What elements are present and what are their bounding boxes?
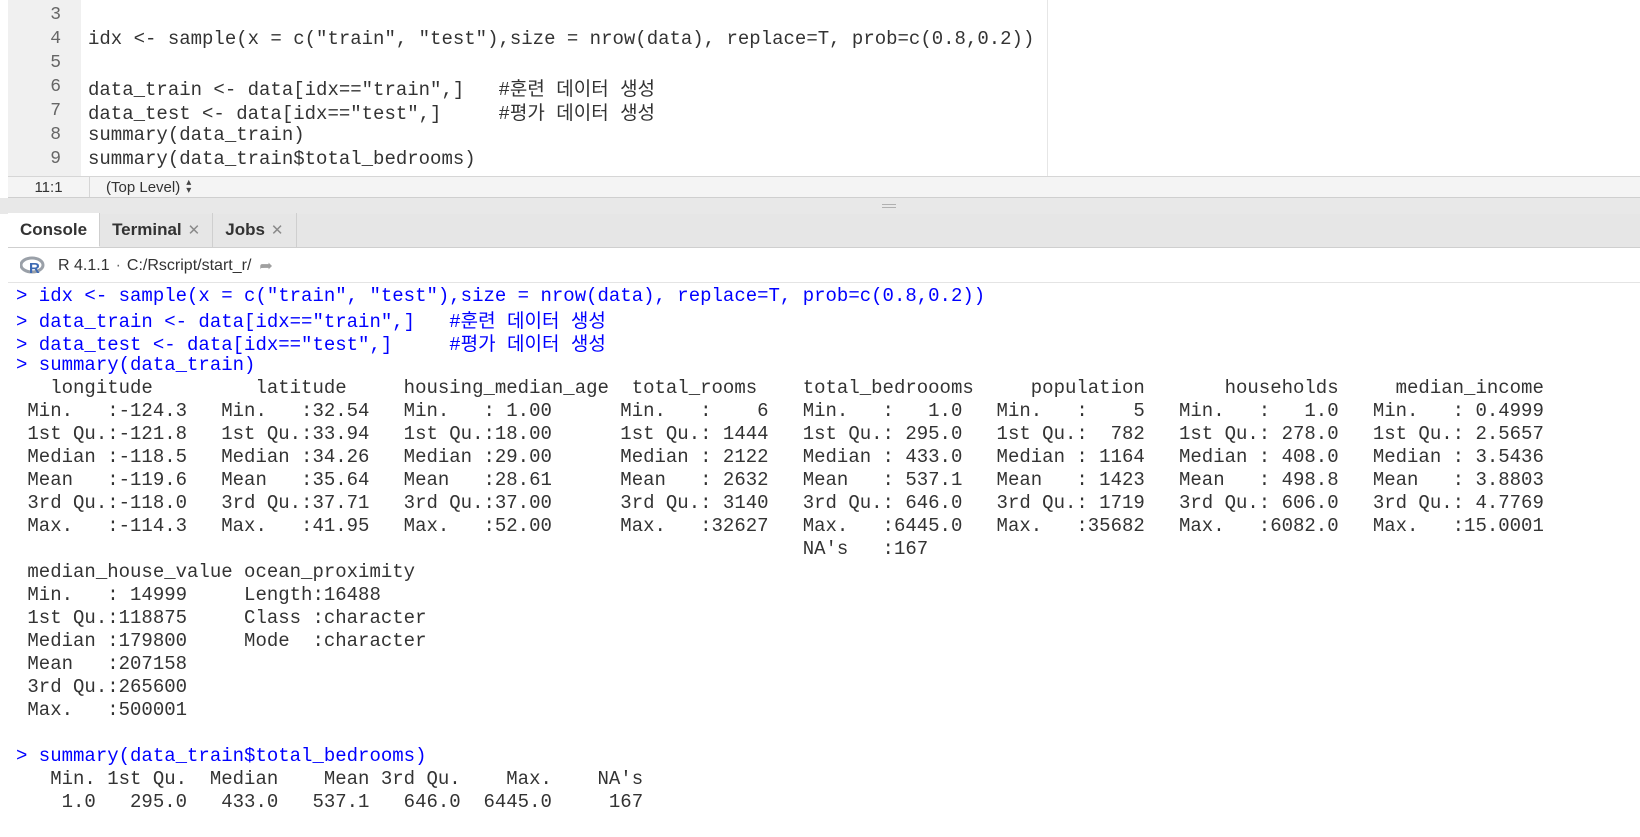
line-number: 5	[50, 53, 61, 73]
editor-line[interactable]: 6 data_train <- data[idx=="train",] #훈련 …	[0, 74, 1640, 101]
line-number: 9	[50, 149, 61, 169]
r-version: R 4.1.1	[58, 256, 110, 274]
working-directory[interactable]: C:/Rscript/start_r/	[127, 257, 251, 275]
console-input-line: > data_test <- data[idx=="test",] #평가 데이…	[16, 333, 606, 356]
console-input-line: > idx <- sample(x = c("train", "test"),s…	[16, 285, 986, 307]
tab-console[interactable]: Console	[8, 213, 101, 247]
line-number: 7	[50, 101, 61, 121]
console-output-line: Min. 1st Qu. Median Mean 3rd Qu. Max. NA…	[16, 768, 644, 790]
console-input-line: > summary(data_train$total_bedrooms)	[16, 745, 427, 767]
line-number: 8	[50, 125, 61, 145]
line-code[interactable]: summary(data_train)	[88, 124, 305, 146]
console-output-line: Min. :-124.3 Min. :32.54 Min. : 1.00 Min…	[16, 400, 1544, 422]
console-input-line: > summary(data_train)	[16, 354, 256, 376]
tab-terminal[interactable]: Terminal ✕	[100, 213, 214, 247]
editor-line[interactable]: 9 summary(data_train$total_bedrooms)	[0, 147, 1640, 171]
svg-text:R: R	[29, 260, 40, 276]
tab-label: Console	[20, 219, 88, 239]
editor-status-bar: 11:1 (Top Level) ▴ ▾	[8, 176, 1640, 198]
cursor-position: 11:1	[8, 177, 90, 197]
console-output-line: 3rd Qu.:-118.0 3rd Qu.:37.71 3rd Qu.:37.…	[16, 492, 1544, 514]
console-tabbar: Console Terminal ✕ Jobs ✕	[8, 213, 1640, 248]
tab-label: Terminal	[112, 220, 182, 239]
line-number: 3	[50, 5, 61, 25]
console-output-line: 1.0 295.0 433.0 537.1 646.0 6445.0 167	[16, 791, 644, 813]
grip-icon	[882, 204, 896, 208]
scope-label: (Top Level)	[106, 178, 181, 196]
console-input-line: > data_train <- data[idx=="train",] #훈련 …	[16, 310, 606, 333]
console-header: R R 4.1.1 · C:/Rscript/start_r/ ➦	[8, 249, 1640, 283]
editor-line[interactable]: 3	[0, 3, 1640, 27]
line-code[interactable]: data_test <- data[idx=="test",] #평가 데이터 …	[88, 98, 655, 125]
console-output-line: Max. :-114.3 Max. :41.95 Max. :52.00 Max…	[16, 515, 1544, 537]
goto-directory-icon[interactable]: ➦	[259, 256, 272, 276]
console-output-line: NA's :167	[16, 538, 929, 560]
line-code[interactable]: summary(data_train$total_bedrooms)	[88, 148, 476, 170]
console-output-line: longitude latitude housing_median_age to…	[16, 377, 1544, 399]
console-output-line: Min. : 14999 Length:16488	[16, 584, 381, 606]
editor-line[interactable]: 4 idx <- sample(x = c("train", "test"),s…	[0, 27, 1640, 51]
line-number: 4	[50, 29, 61, 49]
scope-selector[interactable]: (Top Level) ▴ ▾	[106, 177, 192, 196]
pane-splitter[interactable]	[0, 198, 1640, 214]
source-editor[interactable]: 3 4 idx <- sample(x = c("train", "test")…	[0, 0, 1640, 176]
tab-label: Jobs	[225, 220, 265, 239]
line-code[interactable]: idx <- sample(x = c("train", "test"),siz…	[88, 28, 1034, 50]
console-output-line: Median :-118.5 Median :34.26 Median :29.…	[16, 446, 1544, 468]
line-number: 6	[50, 77, 61, 97]
editor-line[interactable]: 8 summary(data_train)	[0, 123, 1640, 147]
console-output-line: Mean :-119.6 Mean :35.64 Mean :28.61 Mea…	[16, 469, 1544, 491]
updown-icon: ▴ ▾	[186, 177, 192, 196]
console-output-line: Max. :500001	[16, 699, 188, 721]
console-output-line: 1st Qu.:-121.8 1st Qu.:33.94 1st Qu.:18.…	[16, 423, 1544, 445]
editor-line[interactable]: 7 data_test <- data[idx=="test",] #평가 데이…	[0, 98, 1640, 125]
editor-line[interactable]: 5	[0, 51, 1640, 75]
console-output-line: 1st Qu.:118875 Class :character	[16, 607, 427, 629]
r-logo-icon: R	[19, 256, 46, 277]
tab-jobs[interactable]: Jobs ✕	[213, 213, 297, 247]
line-code[interactable]: data_train <- data[idx=="train",] #훈련 데이…	[88, 74, 655, 101]
console-output-line: 3rd Qu.:265600	[16, 676, 188, 698]
console-output-line: Mean :207158	[16, 653, 188, 675]
separator-dot: ·	[115, 256, 121, 274]
console-output-line: Median :179800 Mode :character	[16, 630, 427, 652]
console-output[interactable]: > idx <- sample(x = c("train", "test"),s…	[8, 284, 1640, 837]
close-icon[interactable]: ✕	[188, 221, 201, 239]
close-icon[interactable]: ✕	[271, 221, 284, 239]
console-output-line: median_house_value ocean_proximity	[16, 561, 416, 583]
